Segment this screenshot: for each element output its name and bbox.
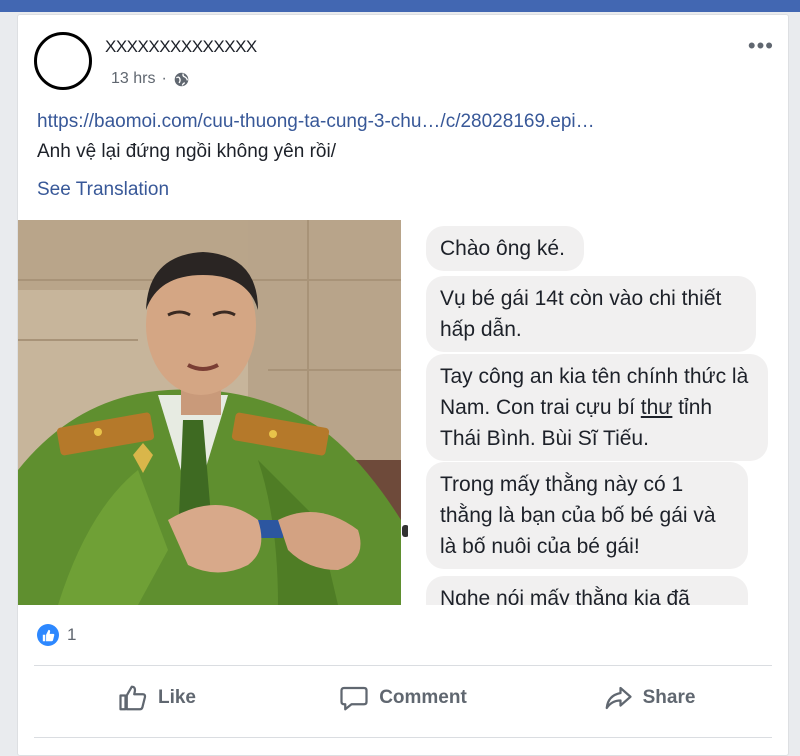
chat-bubble: Chào ông ké. [426,226,584,271]
post-actions: Like Comment Share [34,675,772,721]
chat-bubble: Tay công an kia tên chính thức là Nam. C… [426,354,768,461]
meta-separator: · [161,70,167,87]
chat-bubble-text: Nghe nói mấy thằng kia đã [440,587,690,605]
chat-bubble: Nghe nói mấy thằng kia đã [426,576,748,605]
chat-bubble-text: Chào ông ké. [440,237,565,260]
post-media[interactable]: Chào ông ké. Vụ bé gái 14t còn vào chi t… [18,220,788,605]
post-text: Anh vệ lại đứng ngồi không yên rồi/ [37,141,336,162]
like-label: Like [157,687,197,708]
chat-bubble-text: Trong mấy thằng này có 1 thằng là bạn củ… [440,473,716,558]
facebook-top-bar [0,0,800,12]
media-gap [401,220,408,605]
comment-label: Comment [379,687,467,708]
reaction-count[interactable]: 1 [67,625,76,645]
like-icon [119,685,147,711]
chat-bubble-text: Vụ bé gái 14t còn vào chi thiết hấp dẫn. [440,287,722,341]
reaction-summary[interactable]: 1 [37,624,76,646]
post-meta: 13 hrs · [111,70,190,88]
divider [34,665,772,666]
share-label: Share [642,687,696,708]
post-author[interactable]: XXXXXXXXXXXXXX [105,37,257,57]
chat-bubble-underlined-text: thư [640,396,673,419]
share-icon [605,686,632,710]
comment-button[interactable]: Comment [280,675,526,721]
chat-bubble: Vụ bé gái 14t còn vào chi thiết hấp dẫn. [426,276,756,352]
officer-photo[interactable] [18,220,401,605]
divider [34,737,772,738]
like-button[interactable]: Like [34,675,280,721]
more-options-button[interactable]: ••• [748,33,774,59]
globe-icon[interactable] [173,71,190,88]
chat-bubble: Trong mấy thằng này có 1 thằng là bạn củ… [426,462,748,569]
avatar[interactable] [34,32,92,90]
post-time[interactable]: 13 hrs [111,70,155,88]
post-link[interactable]: https://baomoi.com/cuu-thuong-ta-cung-3-… [37,111,595,133]
post-card: XXXXXXXXXXXXXX 13 hrs · ••• https://baom… [17,14,789,756]
see-translation-link[interactable]: See Translation [37,179,169,201]
chat-screenshot[interactable]: Chào ông ké. Vụ bé gái 14t còn vào chi t… [408,220,788,605]
share-button[interactable]: Share [526,675,772,721]
comment-icon [340,686,368,711]
thumbs-up-icon [37,624,59,646]
